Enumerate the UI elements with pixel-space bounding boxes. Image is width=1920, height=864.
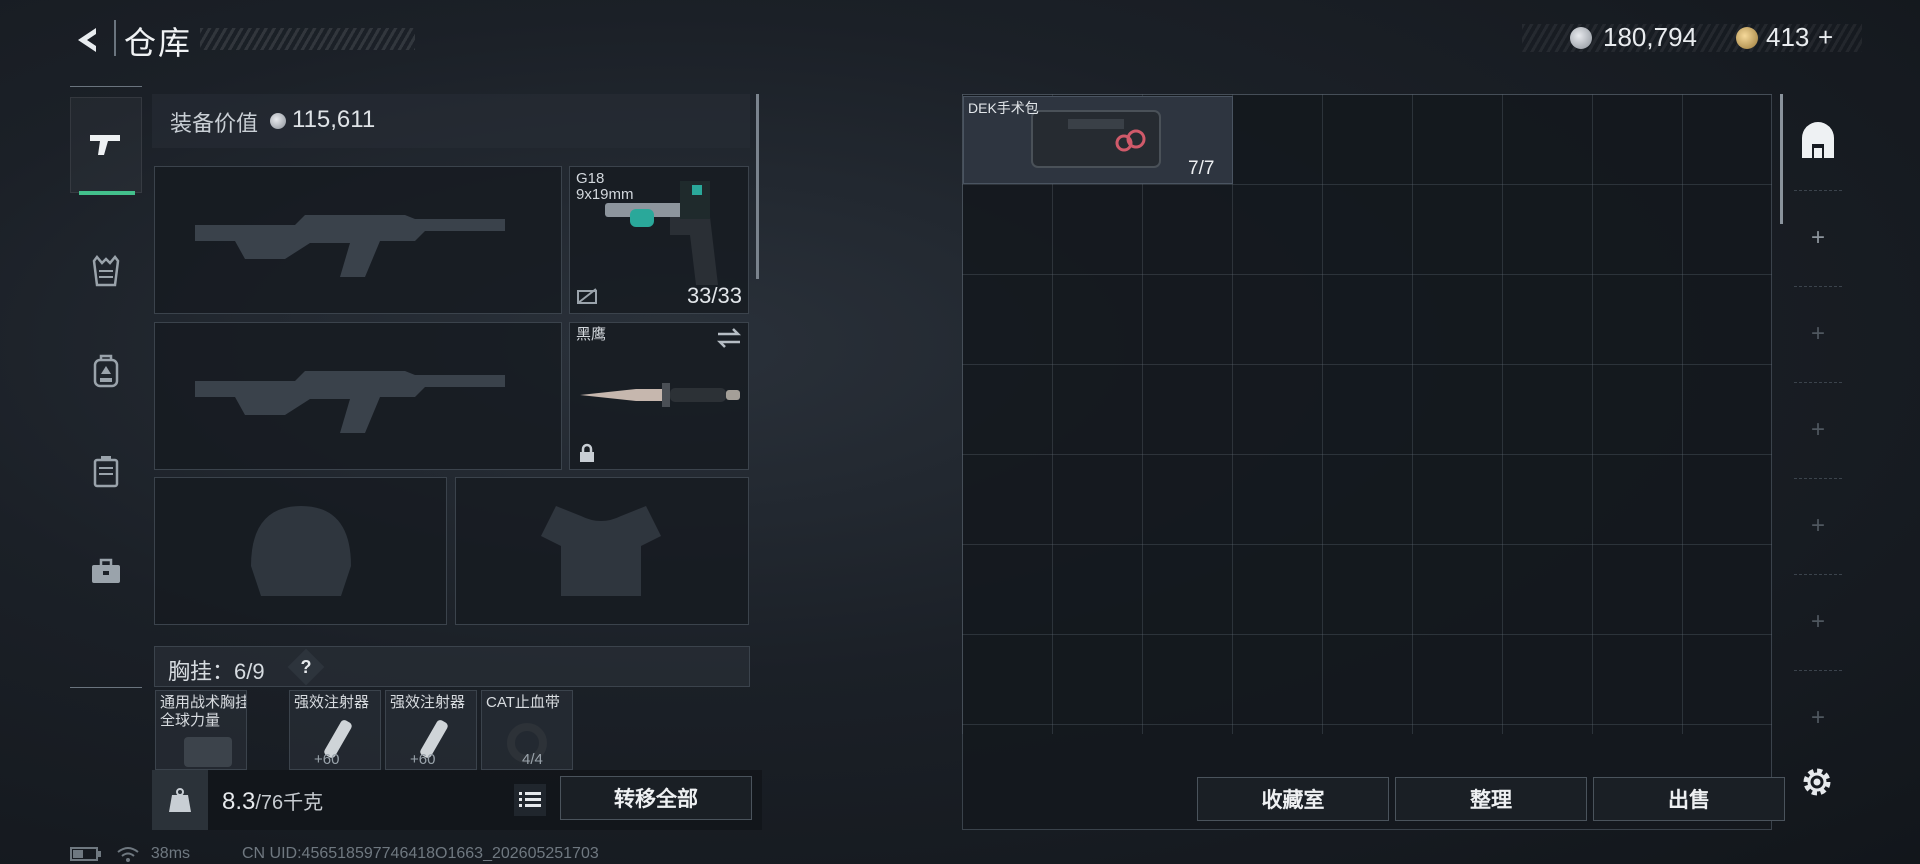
rifle-silhouette-icon <box>195 371 505 433</box>
primary-weapon-slot-1[interactable] <box>154 166 562 314</box>
chest-item-injector-2[interactable]: 强效注射器 +60 <box>385 690 477 770</box>
melee-slot[interactable]: 黑鹰 <box>569 322 749 470</box>
gold-currency-value: 413 <box>1766 22 1810 52</box>
item-extra: 4/4 <box>522 751 543 768</box>
knife-icon <box>580 383 740 407</box>
case-icon <box>93 456 119 488</box>
list-icon <box>519 792 541 807</box>
title-decoration <box>200 28 415 50</box>
nav-case[interactable] <box>70 423 142 519</box>
add-currency-button[interactable]: + <box>1818 22 1833 53</box>
back-button[interactable] <box>70 22 106 58</box>
add-storage-tab-button[interactable]: + <box>1786 574 1850 670</box>
nav-toolbox[interactable] <box>70 523 142 619</box>
ping-value: 38ms <box>150 845 191 862</box>
vest-icon <box>92 255 120 287</box>
lock-icon <box>580 443 594 462</box>
nav-active-indicator <box>79 191 135 195</box>
add-storage-tab-button[interactable]: + <box>1786 190 1850 286</box>
swap-icon[interactable] <box>716 327 742 349</box>
chest-item-tourniquet[interactable]: CAT止血带 4/4 <box>481 690 573 770</box>
chevron-left-icon <box>78 28 96 52</box>
no-attachment-icon <box>577 288 597 304</box>
pistol-icon <box>90 135 120 155</box>
chest-rig-item[interactable]: 通用战术胸挂 全球力量 <box>155 690 247 770</box>
melee-name: 黑鹰 <box>576 326 607 343</box>
chest-rig-label: 胸挂：6/9 <box>168 659 265 684</box>
toolbox-icon <box>92 558 120 583</box>
equipment-value-label: 装备价值 <box>170 111 259 136</box>
item-extra: +60 <box>314 751 340 768</box>
armor-silhouette-icon <box>541 506 661 596</box>
nav-vest[interactable] <box>70 223 142 319</box>
settings-button[interactable] <box>1795 760 1839 804</box>
storage-tabs: + + + + + + <box>1786 94 1850 754</box>
item-label: 强效注射器 <box>390 694 466 711</box>
chest-rig-item-label: 通用战术胸挂 全球力量 <box>160 694 247 729</box>
add-storage-tab-button[interactable]: + <box>1786 382 1850 478</box>
weight-icon <box>169 788 191 812</box>
battery-icon <box>70 846 101 861</box>
loadout-scrollbar[interactable] <box>756 94 759 279</box>
list-view-button[interactable] <box>514 784 546 816</box>
chest-rig-icon <box>184 737 232 767</box>
gold-coin-icon <box>1736 27 1758 49</box>
chest-item-injector-1[interactable]: 强效注射器 +60 <box>289 690 381 770</box>
collection-button[interactable]: 收藏室 <box>1197 777 1389 821</box>
sort-button[interactable]: 整理 <box>1395 777 1587 821</box>
add-storage-tab-button[interactable]: + <box>1786 478 1850 574</box>
item-extra: +60 <box>410 751 436 768</box>
add-storage-tab-button[interactable]: + <box>1786 286 1850 382</box>
storage-item-name: DEK手术包 <box>968 100 1039 116</box>
sidearm-ammo-count: 33/33 <box>686 283 742 308</box>
nav-backpack[interactable] <box>70 323 142 419</box>
storage-tab-main[interactable] <box>1786 94 1850 190</box>
user-uid: CN UID:456518597746418O1663_202605251703 <box>242 845 599 862</box>
item-label: CAT止血带 <box>486 694 560 711</box>
silver-currency-value: 180,794 <box>1603 22 1697 52</box>
silver-coin-icon <box>1570 27 1592 49</box>
carry-weight: 8.3/76千克 <box>222 788 324 815</box>
backpack-icon <box>93 354 119 388</box>
rifle-silhouette-icon <box>195 215 505 277</box>
equipment-value: 115,611 <box>292 106 376 133</box>
gear-icon <box>1803 768 1831 796</box>
sidearm-slot[interactable]: G18 9x19mm 33/33 <box>569 166 749 314</box>
silver-coin-icon <box>270 113 286 129</box>
transfer-all-button[interactable]: 转移全部 <box>560 776 752 820</box>
storage-item-count: 7/7 <box>1188 158 1215 179</box>
add-storage-tab-button[interactable]: + <box>1786 670 1850 766</box>
storage-scrollbar[interactable] <box>1780 94 1783 224</box>
item-label: 强效注射器 <box>294 694 370 711</box>
primary-weapon-slot-2[interactable] <box>154 322 562 470</box>
sell-button[interactable]: 出售 <box>1593 777 1785 821</box>
weight-indicator <box>152 770 208 830</box>
nav-weapons[interactable] <box>70 97 142 195</box>
storage-grid-cells[interactable] <box>962 94 1772 734</box>
wifi-icon <box>117 846 140 862</box>
page-title: 仓库 <box>124 25 193 61</box>
helmet-slot[interactable] <box>154 477 447 625</box>
helmet-silhouette-icon <box>251 506 351 596</box>
armor-slot[interactable] <box>455 477 749 625</box>
title-divider <box>114 20 116 56</box>
surgical-kit-icon <box>1031 110 1161 168</box>
safe-icon <box>1802 122 1834 158</box>
category-nav <box>70 86 142 688</box>
chest-rig-capacity: 6/9 <box>234 659 265 684</box>
network-status: 38ms <box>70 845 190 863</box>
